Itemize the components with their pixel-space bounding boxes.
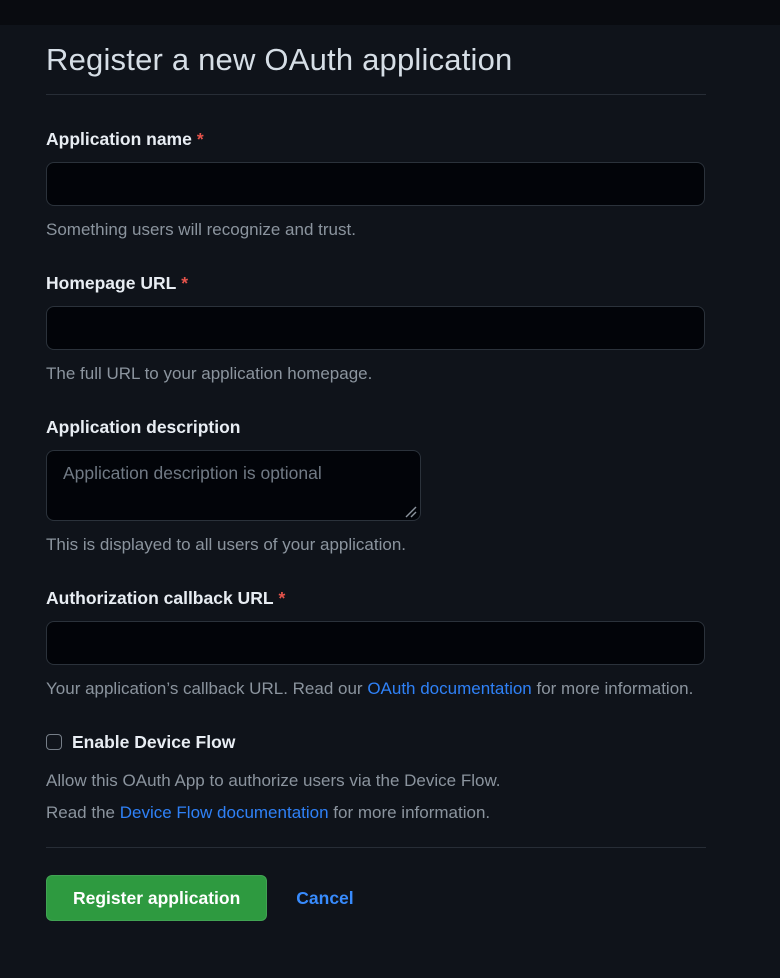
- application-description-textarea[interactable]: [46, 450, 421, 521]
- page-title: Register a new OAuth application: [46, 39, 706, 81]
- application-name-label-text: Application name: [46, 129, 192, 149]
- oauth-app-form-page: Register a new OAuth application Applica…: [0, 39, 780, 921]
- callback-url-hint-prefix: Your application’s callback URL. Read ou…: [46, 679, 367, 698]
- application-description-label-text: Application description: [46, 417, 240, 437]
- callback-url-label-text: Authorization callback URL: [46, 588, 274, 608]
- callback-url-hint: Your application’s callback URL. Read ou…: [46, 677, 706, 701]
- device-flow-docs-note: Read the Device Flow documentation for m…: [46, 801, 706, 825]
- application-name-input[interactable]: [46, 162, 705, 206]
- application-description-wrap: [46, 450, 421, 521]
- form-group-homepage-url: Homepage URL* The full URL to your appli…: [46, 271, 706, 386]
- oauth-app-form: Application name* Something users will r…: [46, 127, 706, 921]
- form-actions: Register application Cancel: [46, 847, 706, 921]
- oauth-documentation-link[interactable]: OAuth documentation: [367, 679, 531, 698]
- form-group-application-name: Application name* Something users will r…: [46, 127, 706, 242]
- device-flow-note: Allow this OAuth App to authorize users …: [46, 769, 706, 793]
- device-flow-note-suffix: for more information.: [329, 803, 491, 822]
- required-asterisk: *: [197, 129, 204, 149]
- page-header: Register a new OAuth application: [46, 39, 706, 95]
- device-flow-documentation-link[interactable]: Device Flow documentation: [120, 803, 329, 822]
- callback-url-input[interactable]: [46, 621, 705, 665]
- homepage-url-input[interactable]: [46, 306, 705, 350]
- callback-url-hint-suffix: for more information.: [532, 679, 694, 698]
- application-name-label: Application name*: [46, 127, 706, 151]
- application-description-hint: This is displayed to all users of your a…: [46, 533, 706, 557]
- device-flow-note-prefix: Read the: [46, 803, 120, 822]
- application-name-hint: Something users will recognize and trust…: [46, 218, 706, 242]
- callback-url-label: Authorization callback URL*: [46, 586, 706, 610]
- enable-device-flow-label[interactable]: Enable Device Flow: [72, 730, 235, 754]
- required-asterisk: *: [279, 588, 286, 608]
- cancel-link[interactable]: Cancel: [296, 888, 353, 909]
- homepage-url-hint: The full URL to your application homepag…: [46, 362, 706, 386]
- form-group-callback-url: Authorization callback URL* Your applica…: [46, 586, 706, 701]
- textarea-resize-handle-icon[interactable]: [405, 505, 417, 517]
- top-edge-strip: [0, 0, 780, 25]
- form-group-application-description: Application description This is displaye…: [46, 415, 706, 557]
- register-application-button[interactable]: Register application: [46, 875, 267, 921]
- required-asterisk: *: [181, 273, 188, 293]
- device-flow-section: Enable Device Flow Allow this OAuth App …: [46, 730, 706, 825]
- homepage-url-label-text: Homepage URL: [46, 273, 176, 293]
- application-description-label: Application description: [46, 415, 706, 439]
- enable-device-flow-checkbox[interactable]: [46, 734, 62, 750]
- device-flow-checkbox-row: Enable Device Flow: [46, 730, 706, 754]
- homepage-url-label: Homepage URL*: [46, 271, 706, 295]
